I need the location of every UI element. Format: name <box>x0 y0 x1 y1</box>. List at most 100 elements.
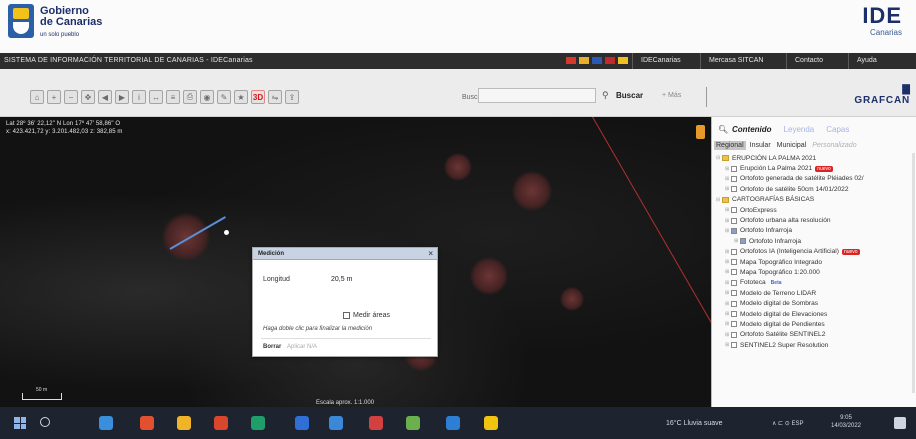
weather-widget[interactable]: 16°C Lluvia suave <box>666 420 723 427</box>
zoom-in-icon[interactable]: + <box>47 90 61 104</box>
layer-checkbox[interactable] <box>731 300 737 307</box>
layer-label[interactable]: Ortofoto de satélite 50cm 14/01/2022 <box>740 186 849 193</box>
layer-checkbox[interactable] <box>731 186 737 193</box>
language-flag-icon[interactable] <box>566 57 576 64</box>
gobierno-canarias-logo[interactable] <box>8 4 34 38</box>
layer-item[interactable]: ⊞ Modelo digital de Sombras <box>714 298 914 308</box>
layer-item[interactable]: ⊞ Modelo de Terreno LIDAR <box>714 288 914 298</box>
layer-checkbox[interactable] <box>731 342 737 349</box>
layer-checkbox[interactable] <box>731 207 737 214</box>
layer-label[interactable]: Ortofoto Infrarroja <box>740 227 792 234</box>
camera-icon[interactable]: ◉ <box>200 90 214 104</box>
panel-scrollbar[interactable] <box>912 153 915 393</box>
layer-label[interactable]: CARTOGRAFÍAS BÁSICAS <box>732 196 814 203</box>
layer-item[interactable]: ⊞ Ortofoto generada de satélite Pléiades … <box>714 174 914 184</box>
close-icon[interactable]: × <box>428 249 433 258</box>
nav-link-mercasa[interactable]: Mercasa SITCAN <box>700 53 786 69</box>
taskbar-app-icon[interactable] <box>99 416 114 430</box>
layer-label[interactable]: Ortofotos IA (Inteligencia Artificial) <box>740 248 839 255</box>
layer-label[interactable]: SENTINEL2 Super Resolution <box>740 342 828 349</box>
nav-link-ayuda[interactable]: Ayuda <box>848 53 882 69</box>
print-icon[interactable]: ⎙ <box>183 90 197 104</box>
language-flag-icon[interactable] <box>579 57 589 64</box>
taskbar-app-icon[interactable] <box>328 416 343 430</box>
nav-link-idecanarias[interactable]: IDECanarias <box>632 53 700 69</box>
layer-item[interactable]: ⊞ Ortofotos IA (Inteligencia Artificial) n… <box>714 247 914 257</box>
layer-checkbox[interactable] <box>731 269 737 276</box>
layer-checkbox[interactable] <box>731 165 737 172</box>
layer-item[interactable]: ⊞ Ortofoto urbana alta resolución <box>714 215 914 225</box>
layer-item[interactable]: ⊞ Ortofoto Infrarroja <box>714 226 914 236</box>
measure-icon[interactable]: ↔ <box>149 90 163 104</box>
layer-item[interactable]: ⊞ SENTINEL2 Super Resolution <box>714 340 914 350</box>
subtab-personalizado[interactable]: Personalizado <box>810 141 858 150</box>
taskbar-app-icon[interactable] <box>139 416 154 430</box>
windows-start-icon[interactable] <box>14 417 26 429</box>
taskbar-app-icon[interactable] <box>176 416 191 430</box>
notification-icon[interactable] <box>894 417 906 429</box>
3d-icon[interactable]: 3D <box>251 90 265 104</box>
layer-checkbox[interactable] <box>731 321 737 328</box>
search-icon[interactable]: 🔍︎ <box>718 125 732 134</box>
layer-folder[interactable]: ⊟ ERUPCIÓN LA PALMA 2021 <box>714 153 914 163</box>
bookmark-icon[interactable]: ★ <box>234 90 248 104</box>
subtab-regional[interactable]: Regional <box>714 140 746 150</box>
mas-button[interactable]: + Más <box>662 92 681 99</box>
next-view-icon[interactable]: ▶ <box>115 90 129 104</box>
layers-icon[interactable]: ≡ <box>166 90 180 104</box>
layer-label[interactable]: Ortofoto urbana alta resolución <box>740 217 831 224</box>
layer-item[interactable]: ⊞ Fototeca Beta <box>714 278 914 288</box>
layer-checkbox[interactable] <box>731 259 737 266</box>
layer-folder[interactable]: ⊟ CARTOGRAFÍAS BÁSICAS <box>714 195 914 205</box>
taskbar-app-icon[interactable] <box>406 416 421 430</box>
system-tray[interactable]: ∧ ⊏ ⊙ ESP <box>772 420 803 427</box>
previous-view-icon[interactable]: ◀ <box>98 90 112 104</box>
medir-areas-label[interactable]: Medir áreas <box>353 312 390 319</box>
info-icon[interactable]: i <box>132 90 146 104</box>
layer-item[interactable]: ⊞ Modelo digital de Elevaciones <box>714 309 914 319</box>
tab-contenido[interactable]: Contenido <box>732 125 772 134</box>
subtab-municipal[interactable]: Municipal <box>775 141 809 150</box>
layer-item[interactable]: ⊞ Ortofoto de satélite 50cm 14/01/2022 <box>714 184 914 194</box>
taskbar-app-icon[interactable] <box>446 416 461 430</box>
layer-item[interactable]: ⊞ Erupción La Palma 2021 nuevo <box>714 163 914 173</box>
search-input[interactable] <box>478 88 596 103</box>
taskbar-app-icon[interactable] <box>251 416 266 430</box>
subtab-insular[interactable]: Insular <box>748 141 773 150</box>
share-icon[interactable]: ⇪ <box>285 90 299 104</box>
pegman-icon[interactable] <box>696 125 705 139</box>
layer-label[interactable]: Modelo digital de Elevaciones <box>740 311 827 318</box>
layer-item[interactable]: ⊞ Ortofoto Infrarroja <box>714 236 914 246</box>
layer-label[interactable]: Modelo digital de Pendientes <box>740 321 825 328</box>
layer-checkbox[interactable] <box>731 279 737 286</box>
tab-capas[interactable]: Capas <box>826 125 849 134</box>
map-canvas[interactable]: Lat 28º 36' 22,12" N Lon 17º 47' 58,86" … <box>0 117 711 407</box>
layer-checkbox[interactable] <box>740 238 746 245</box>
taskbar-app-icon[interactable] <box>483 416 498 430</box>
taskbar-search-icon[interactable] <box>40 417 50 427</box>
layer-checkbox[interactable] <box>731 248 737 255</box>
layer-item[interactable]: ⊞ Mapa Topográfico 1:20.000 <box>714 267 914 277</box>
borrar-button[interactable]: Borrar <box>263 344 281 350</box>
nav-link-contacto[interactable]: Contacto <box>786 53 848 69</box>
taskbar-app-icon[interactable] <box>213 416 228 430</box>
layer-checkbox[interactable] <box>731 217 737 224</box>
layer-item[interactable]: ⊞ Modelo digital de Pendientes <box>714 319 914 329</box>
layer-checkbox[interactable] <box>731 331 737 338</box>
clock[interactable]: 9:05 14/03/2022 <box>822 414 870 430</box>
layer-label[interactable]: Ortofoto generada de satélite Pléiades 0… <box>740 175 864 182</box>
home-icon[interactable]: ⌂ <box>30 90 44 104</box>
layer-checkbox[interactable] <box>731 311 737 318</box>
layer-label[interactable]: Modelo de Terreno LIDAR <box>740 290 816 297</box>
layer-checkbox[interactable] <box>731 175 737 182</box>
layer-label[interactable]: Fototeca <box>740 279 766 286</box>
dialog-header[interactable]: Medición × <box>253 248 437 260</box>
measurement-dialog[interactable]: Medición × Longitud 20,5 m Medir áreas H… <box>252 247 438 357</box>
draw-icon[interactable]: ✎ <box>217 90 231 104</box>
zoom-out-icon[interactable]: − <box>64 90 78 104</box>
layer-label[interactable]: ERUPCIÓN LA PALMA 2021 <box>732 155 816 162</box>
pan-icon[interactable]: ✥ <box>81 90 95 104</box>
layer-checkbox[interactable] <box>731 227 737 234</box>
language-flag-icon[interactable] <box>592 57 602 64</box>
layer-label[interactable]: Modelo digital de Sombras <box>740 300 818 307</box>
